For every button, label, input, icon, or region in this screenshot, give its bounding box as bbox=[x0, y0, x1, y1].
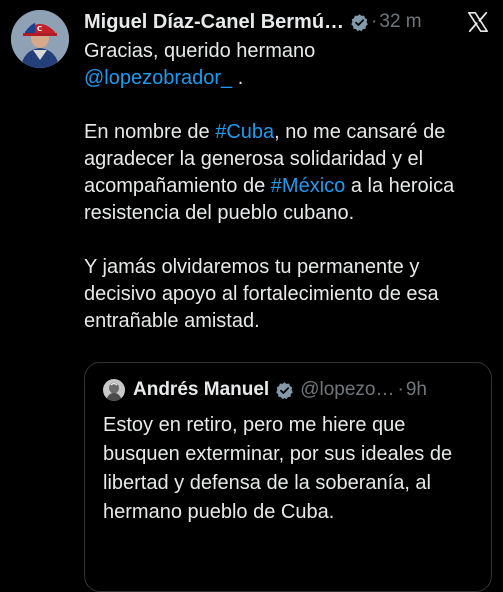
svg-text:C: C bbox=[37, 25, 42, 33]
greeting-text: Gracias, querido hermano bbox=[84, 40, 316, 62]
quoted-tweet-header: Andrés Manuel @lopezo… · 9h bbox=[103, 377, 481, 403]
quoted-handle[interactable]: @lopezo… bbox=[300, 379, 394, 401]
tweet-header: Miguel Díaz-Canel Bermú… · 32 m bbox=[84, 8, 493, 36]
tweet-paragraph-3: Y jamás olvidaremos tu permanente y deci… bbox=[84, 256, 439, 332]
tweet-paragraph-2: En nombre de #Cuba, no me cansaré de agr… bbox=[84, 119, 494, 227]
quoted-verified-badge-icon[interactable] bbox=[275, 381, 294, 400]
mention-suffix: . bbox=[232, 67, 244, 89]
p2-before: En nombre de bbox=[84, 121, 216, 143]
verified-badge-icon[interactable] bbox=[350, 13, 369, 32]
quoted-author-avatar[interactable] bbox=[103, 379, 125, 401]
quoted-tweet-card[interactable]: Andrés Manuel @lopezo… · 9h Estoy en ret… bbox=[84, 362, 492, 592]
tweet-paragraph-1: Gracias, querido hermano @lopezobrador_ … bbox=[84, 38, 494, 92]
tweet-body: Gracias, querido hermano @lopezobrador_ … bbox=[84, 38, 494, 335]
quoted-tweet-text: Estoy en retiro, pero me hiere que busqu… bbox=[103, 414, 453, 523]
hashtag-cuba-link[interactable]: #Cuba bbox=[215, 121, 274, 143]
quoted-author-name[interactable]: Andrés Manuel bbox=[133, 379, 269, 401]
author-name[interactable]: Miguel Díaz-Canel Bermú… bbox=[84, 11, 344, 34]
author-avatar[interactable]: C bbox=[11, 10, 69, 68]
x-logo-icon[interactable] bbox=[467, 11, 489, 33]
quoted-separator-dot: · bbox=[397, 379, 404, 400]
mention-link[interactable]: @lopezobrador_ bbox=[84, 67, 232, 89]
hashtag-mexico-link[interactable]: #México bbox=[271, 175, 345, 197]
tweet-time[interactable]: 32 m bbox=[379, 11, 421, 33]
quoted-tweet-time[interactable]: 9h bbox=[406, 379, 427, 401]
separator-dot: · bbox=[371, 11, 378, 32]
